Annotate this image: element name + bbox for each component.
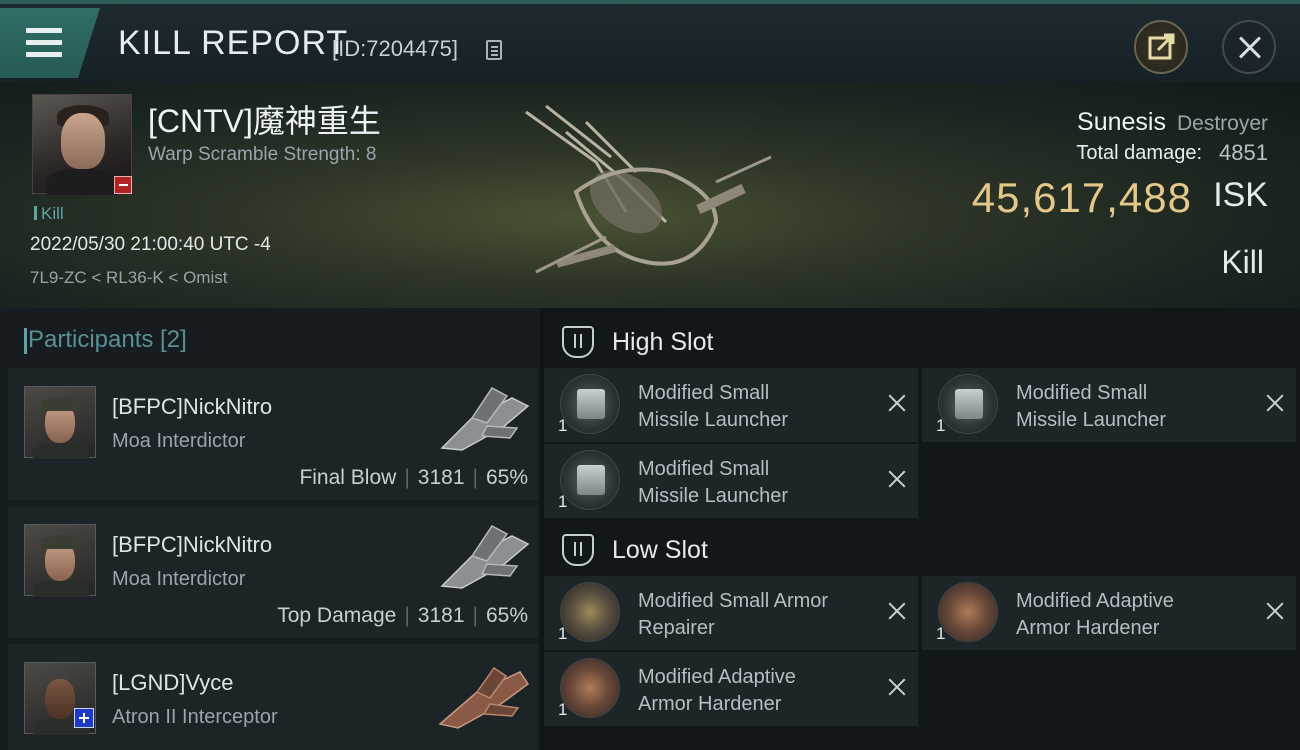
participant-role-label: Final Blow bbox=[299, 466, 397, 489]
remove-icon[interactable] bbox=[886, 468, 908, 490]
victim-ship-image bbox=[525, 104, 772, 274]
high-slot-icon bbox=[562, 326, 594, 358]
module-quantity: 1 bbox=[936, 416, 946, 435]
remove-icon[interactable] bbox=[1264, 600, 1286, 622]
share-icon bbox=[1148, 33, 1175, 60]
participant-name: [LGND]Vyce bbox=[112, 670, 234, 695]
module-quantity: 1 bbox=[558, 416, 568, 435]
module-quantity: 1 bbox=[558, 700, 568, 719]
remove-icon[interactable] bbox=[886, 600, 908, 622]
armor-hardener-icon bbox=[560, 658, 620, 718]
header-bar: KILL REPORT [ID:7204475] bbox=[0, 0, 1300, 82]
low-slot-icon bbox=[562, 534, 594, 566]
participant-stats: Top Damage | 3181 | 65% bbox=[277, 604, 528, 627]
isk-label: ISK bbox=[1213, 176, 1268, 214]
warp-scramble-strength: Warp Scramble Strength: 8 bbox=[148, 144, 377, 165]
menu-button[interactable] bbox=[0, 8, 100, 78]
low-slot-header: Low Slot bbox=[544, 520, 1300, 580]
participant-ship: Moa Interdictor bbox=[112, 568, 246, 590]
module-item[interactable]: 1 Modified Small Missile Launcher bbox=[544, 444, 918, 518]
victim-ship-class: Destroyer bbox=[1176, 112, 1268, 135]
kill-location[interactable]: 7L9-ZC < RL36-K < Omist bbox=[30, 268, 227, 288]
participant-row[interactable]: [BFPC]NickNitro Moa Interdictor Top Dama… bbox=[8, 506, 538, 640]
kill-timestamp: 2022/05/30 21:00:40 UTC -4 bbox=[30, 234, 271, 255]
participant-damage: 3181 bbox=[417, 466, 465, 489]
participants-header: Participants [2] bbox=[24, 326, 187, 354]
victim-name[interactable]: [CNTV]魔神重生 bbox=[148, 96, 381, 142]
victim-banner: [CNTV]魔神重生 Warp Scramble Strength: 8 Kil… bbox=[0, 82, 1300, 308]
armor-hardener-icon bbox=[938, 582, 998, 642]
standing-plus-icon bbox=[74, 708, 94, 728]
victim-ship-name[interactable]: Sunesis bbox=[1077, 108, 1166, 137]
remove-icon[interactable] bbox=[1264, 392, 1286, 414]
participant-portrait[interactable] bbox=[24, 524, 96, 597]
participant-name: [BFPC]NickNitro bbox=[112, 394, 273, 419]
kill-id: [ID:7204475] bbox=[332, 36, 458, 61]
participant-row[interactable]: [LGND]Vyce Atron II Interceptor bbox=[8, 644, 538, 750]
module-name: Modified Small Missile Launcher bbox=[1016, 382, 1167, 431]
kill-tag: Kill bbox=[34, 204, 64, 224]
module-quantity: 1 bbox=[558, 624, 568, 643]
menu-icon bbox=[26, 28, 62, 33]
isk-value: 45,617,488 bbox=[971, 174, 1192, 221]
participants-panel: Participants [2] [BFPC]NickNitro Moa Int… bbox=[0, 308, 540, 750]
participant-row[interactable]: [BFPC]NickNitro Moa Interdictor Final Bl… bbox=[8, 368, 538, 502]
remove-icon[interactable] bbox=[886, 676, 908, 698]
module-name: Modified Small Armor Repairer bbox=[638, 590, 829, 639]
participant-stats: Final Blow | 3181 | 65% bbox=[299, 466, 528, 489]
module-item[interactable]: 1 Modified Adaptive Armor Hardener bbox=[544, 652, 918, 726]
copy-icon[interactable] bbox=[486, 40, 502, 60]
remove-icon[interactable] bbox=[886, 392, 908, 414]
fittings-panel: High Slot 1 Modified Small Missile Launch… bbox=[544, 308, 1300, 750]
participant-percent: 65% bbox=[485, 604, 528, 627]
low-slot-title: Low Slot bbox=[612, 536, 708, 564]
participant-ship-image bbox=[440, 387, 530, 451]
participant-ship-image bbox=[440, 525, 530, 589]
high-slot-title: High Slot bbox=[612, 328, 714, 356]
total-damage-value: 4851 bbox=[1219, 140, 1268, 165]
standing-minus-icon bbox=[114, 176, 132, 194]
participant-ship: Atron II Interceptor bbox=[112, 706, 278, 728]
participant-role-label: Top Damage bbox=[277, 604, 397, 627]
module-name: Modified Small Missile Launcher bbox=[638, 458, 789, 507]
share-button[interactable] bbox=[1134, 20, 1188, 74]
module-name: Modified Adaptive Armor Hardener bbox=[638, 666, 796, 715]
armor-repairer-icon bbox=[560, 582, 620, 642]
participant-name: [BFPC]NickNitro bbox=[112, 532, 273, 557]
module-item[interactable]: 1 Modified Small Armor Repairer bbox=[544, 576, 918, 650]
missile-launcher-icon bbox=[938, 374, 998, 434]
participant-damage: 3181 bbox=[417, 604, 465, 627]
high-slot-header: High Slot bbox=[544, 312, 1300, 372]
missile-launcher-icon bbox=[560, 374, 620, 434]
total-damage-label: Total damage: bbox=[1076, 142, 1202, 164]
module-name: Modified Adaptive Armor Hardener bbox=[1016, 590, 1174, 639]
close-button[interactable] bbox=[1222, 20, 1276, 74]
participant-ship-image bbox=[438, 666, 530, 729]
module-item[interactable]: 1 Modified Small Missile Launcher bbox=[922, 368, 1296, 442]
missile-launcher-icon bbox=[560, 450, 620, 510]
module-quantity: 1 bbox=[558, 492, 568, 511]
module-quantity: 1 bbox=[936, 624, 946, 643]
module-item[interactable]: 1 Modified Adaptive Armor Hardener bbox=[922, 576, 1296, 650]
module-name: Modified Small Missile Launcher bbox=[638, 382, 789, 431]
participant-portrait[interactable] bbox=[24, 386, 96, 459]
module-item[interactable]: 1 Modified Small Missile Launcher bbox=[544, 368, 918, 442]
page-title: KILL REPORT bbox=[118, 24, 349, 62]
participant-ship: Moa Interdictor bbox=[112, 430, 246, 452]
result-label: Kill bbox=[1221, 244, 1264, 280]
participant-percent: 65% bbox=[485, 466, 528, 489]
